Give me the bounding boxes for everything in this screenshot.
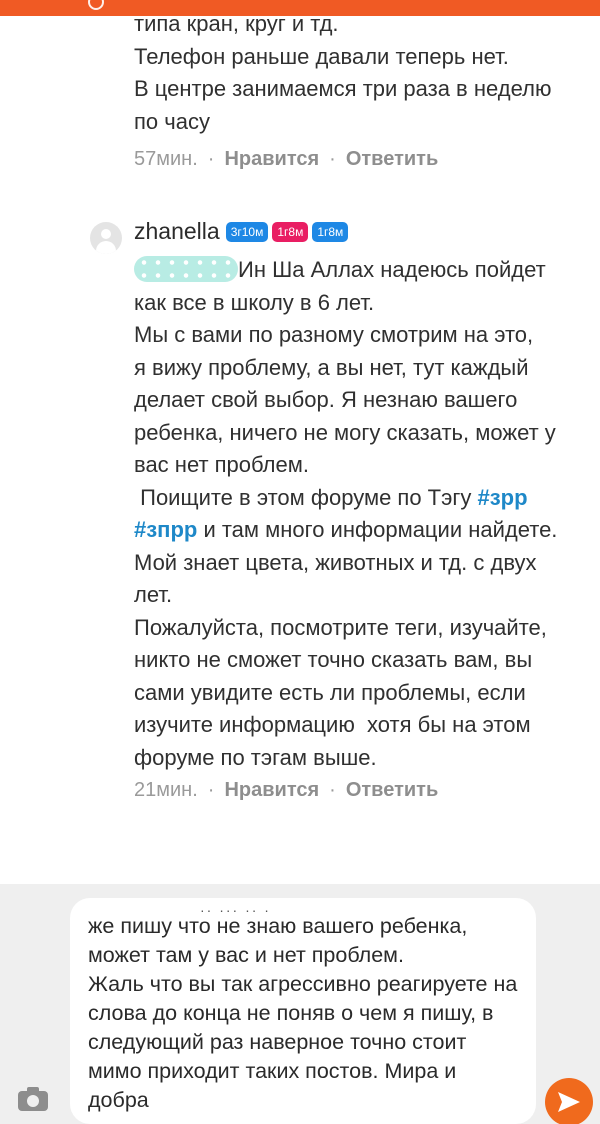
comment-line-text: Ин Ша Аллах надеюсь пойдет xyxy=(238,257,546,282)
comment-line: Поищите в этом форуме по Тэгу #зрр xyxy=(134,482,586,515)
comment-line: форуме по тэгам выше. xyxy=(134,744,377,770)
username[interactable]: zhanella xyxy=(134,218,220,245)
comment-line: никто не сможет точно сказать вам, вы xyxy=(134,647,533,672)
child-age-badge: 3г10м xyxy=(225,221,269,242)
comment-line: сами увидите есть ли проблемы, если xyxy=(134,679,526,705)
comment-line: Пожалуйста, посмотрите теги, изучайте, xyxy=(134,614,547,640)
comment-line-text: Поищите в этом форуме по Тэгу xyxy=(134,484,478,510)
comment-line-text: и там много информации найдете. xyxy=(197,517,558,542)
comment-time: 21мин. xyxy=(134,779,198,801)
meta-separator: · xyxy=(329,148,336,170)
comment-line: Мы с вами по разному смотрим на это, xyxy=(134,322,534,347)
comment-line: Мой знает цвета, животных и тд. с двух xyxy=(134,549,537,575)
comment-line: ребенка, ничего не могу сказать, может у xyxy=(134,419,556,445)
send-button[interactable] xyxy=(545,1078,593,1124)
camera-icon[interactable] xyxy=(18,1086,48,1111)
child-age-badge: 1г8м xyxy=(272,221,309,242)
reply-button[interactable]: Ответить xyxy=(346,148,438,171)
mention-chip[interactable] xyxy=(134,256,238,282)
comment-line: В центре занимаемся три раза в неделю xyxy=(134,76,552,101)
hashtag-link[interactable]: #зрр xyxy=(477,485,527,510)
comment-author-row: zhanella 3г10м 1г8м 1г8м xyxy=(134,218,352,245)
hashtag-link[interactable]: #зпрр xyxy=(134,517,197,542)
avatar-body xyxy=(96,241,116,254)
comment-line: вас нет проблем. xyxy=(134,452,309,477)
like-button[interactable]: Нравится xyxy=(224,148,319,171)
scroll-overflow-indicator: ·· ··· ·· · xyxy=(200,902,271,918)
comment-line: типа кран, круг и тд. xyxy=(134,11,339,36)
comment-meta-2: 21мин. · Нравится · Ответить xyxy=(134,779,438,802)
comment-body-1: типа кран, круг и тд. Телефон раньше дав… xyxy=(134,8,584,138)
comment-meta-1: 57мин. · Нравится · Ответить xyxy=(134,148,438,171)
camera-lens xyxy=(27,1095,39,1107)
meta-separator: · xyxy=(329,779,336,801)
like-button[interactable]: Нравится xyxy=(224,779,319,802)
comment-line: #зпрр и там много информации найдете. xyxy=(134,514,586,547)
comment-body-2: Ин Ша Аллах надеюсь пойдет как все в шко… xyxy=(134,254,586,774)
default-user-avatar-icon[interactable] xyxy=(90,222,122,254)
comment-time: 57мин. xyxy=(134,148,198,170)
comment-line: по часу xyxy=(134,108,210,134)
comment-line: Телефон раньше давали теперь нет. xyxy=(134,43,509,69)
status-circle-icon xyxy=(88,0,104,10)
comment-line: изучите информацию хотя бы на этом xyxy=(134,712,531,737)
comment-line: Ин Ша Аллах надеюсь пойдет xyxy=(134,254,586,287)
comment-line: я вижу проблему, а вы нет, тут каждый xyxy=(134,354,529,380)
meta-separator: · xyxy=(207,779,215,801)
avatar-head xyxy=(101,229,111,239)
child-age-badge: 1г8м xyxy=(312,221,349,242)
comment-line: лет. xyxy=(134,582,173,607)
comment-line: как все в школу в 6 лет. xyxy=(134,289,375,315)
meta-separator: · xyxy=(207,148,215,170)
reply-input-value[interactable]: же пишу что не знаю вашего ребенка, може… xyxy=(88,912,520,1115)
send-arrow-icon xyxy=(558,1092,580,1112)
comment-line: делает свой выбор. Я незнаю вашего xyxy=(134,387,518,412)
reply-input[interactable]: ·· ··· ·· · же пишу что не знаю вашего р… xyxy=(70,898,536,1124)
reply-button[interactable]: Ответить xyxy=(346,779,438,802)
